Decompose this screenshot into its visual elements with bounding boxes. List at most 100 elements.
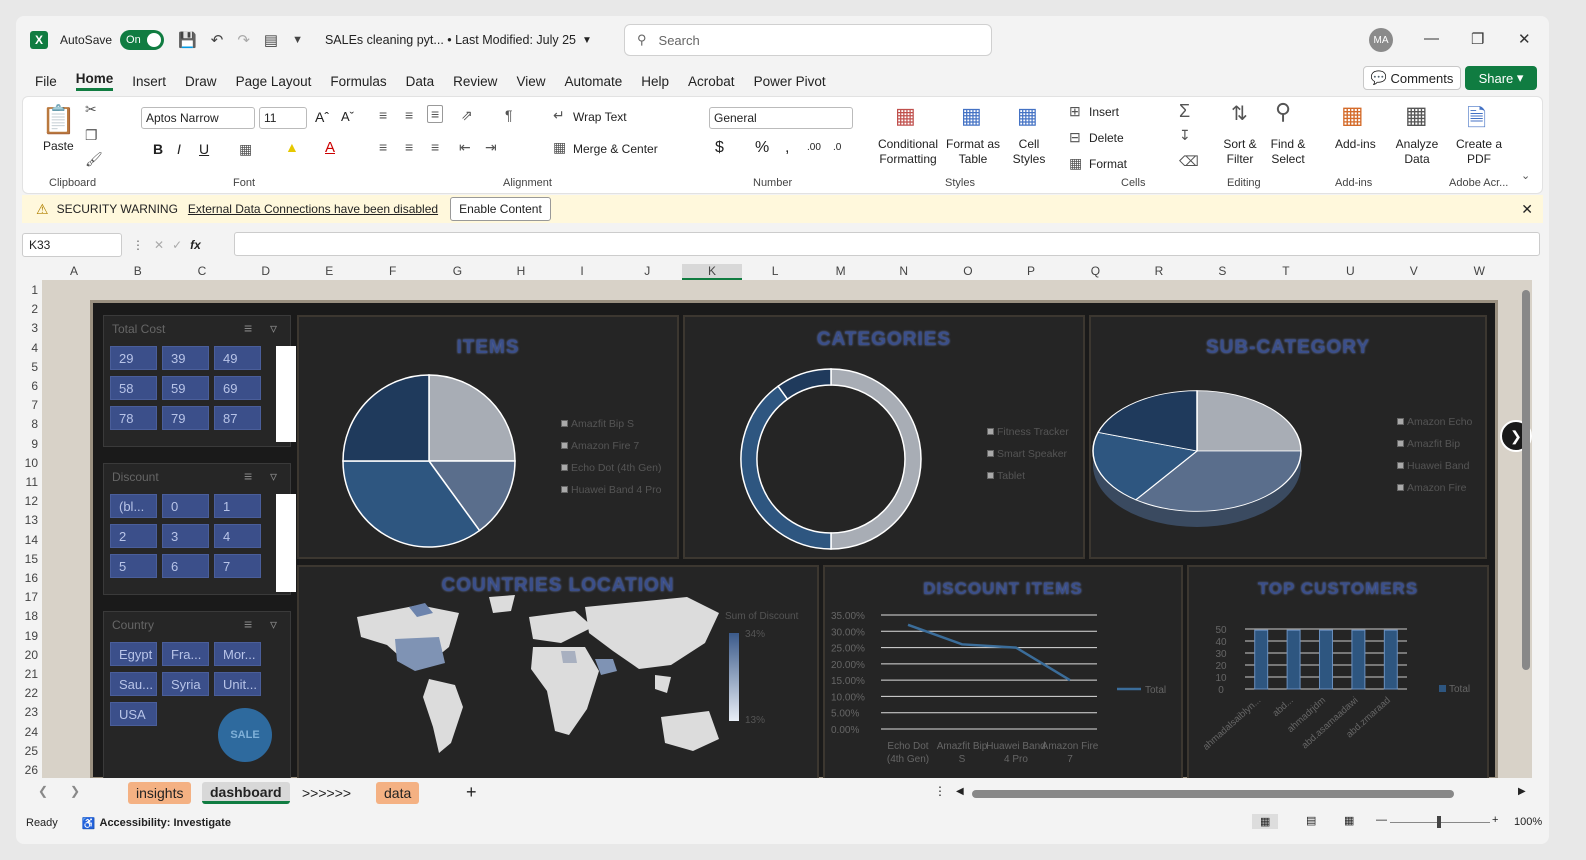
page-layout-view-icon[interactable]: ▤ (1306, 814, 1316, 827)
analyze-data-icon[interactable]: ▦ (1405, 101, 1428, 130)
menu-review[interactable]: Review (453, 74, 497, 89)
insert-cells-icon[interactable]: ⊞ (1069, 103, 1081, 120)
slicer-item[interactable]: (bl... (110, 494, 157, 518)
menu-page-layout[interactable]: Page Layout (236, 74, 312, 89)
column-header[interactable]: C (198, 264, 207, 278)
slicer-item[interactable]: Egypt (110, 642, 157, 666)
align-center-icon[interactable]: ≡ (405, 139, 413, 155)
zoom-in-icon[interactable]: + (1492, 814, 1498, 826)
column-header[interactable]: E (325, 264, 333, 278)
top-customers-panel[interactable]: TOP CUSTOMERS 50 40 30 20 10 0 ahmadalsaiblyn.… (1187, 565, 1489, 778)
underline-icon[interactable]: U (199, 141, 209, 157)
name-box[interactable]: K33 (22, 233, 122, 257)
subcategory-chart-panel[interactable]: SUB-CATEGORY Amazon Echo Amazfit Bip Huawe… (1089, 315, 1487, 559)
align-top-icon[interactable]: ≡ (379, 107, 387, 123)
slicer-item[interactable]: 87 (214, 406, 261, 430)
column-header[interactable]: Q (1091, 264, 1100, 278)
wrap-text-icon[interactable]: ↵ (553, 107, 565, 124)
menu-file[interactable]: File (35, 74, 57, 89)
tab-data[interactable]: data (376, 782, 420, 804)
row-header[interactable]: 8 (31, 417, 38, 431)
row-header[interactable]: 24 (25, 725, 38, 739)
tab-dashboard[interactable]: dashboard (202, 782, 290, 804)
comments-button[interactable]: 💬 Comments (1363, 66, 1461, 90)
fill-icon[interactable]: ↧ (1179, 127, 1191, 144)
italic-icon[interactable]: I (177, 141, 181, 157)
bar[interactable] (1254, 629, 1269, 690)
format-cells-button[interactable]: Format (1089, 157, 1127, 171)
bar[interactable] (1383, 629, 1398, 690)
font-color-icon[interactable]: A (325, 139, 335, 156)
add-sheet-icon[interactable]: + (466, 782, 477, 803)
conditional-formatting-icon[interactable]: ▦ (895, 103, 916, 129)
slicer-item[interactable]: 3 (162, 524, 209, 548)
borders-icon[interactable]: ▦ (239, 141, 252, 158)
slicer-item[interactable]: 79 (162, 406, 209, 430)
row-header[interactable]: 17 (25, 590, 38, 604)
copy-icon[interactable]: ❐ (85, 127, 98, 144)
slicer-discount[interactable]: Discount ≡ ▿ (bl... 0 1 2 3 4 5 6 7 (103, 463, 296, 595)
increase-indent-icon[interactable]: ⇥ (485, 139, 497, 156)
column-header[interactable]: T (1282, 264, 1289, 278)
multi-select-icon[interactable]: ≡ (244, 468, 252, 484)
decrease-indent-icon[interactable]: ⇤ (459, 139, 471, 156)
line-series[interactable] (907, 623, 1071, 682)
row-header[interactable]: 7 (31, 398, 38, 412)
avatar[interactable]: MA (1369, 28, 1393, 52)
column-header[interactable]: M (836, 264, 846, 278)
row-header[interactable]: 21 (25, 667, 38, 681)
decrease-font-icon[interactable]: Aˇ (341, 109, 354, 124)
row-header[interactable]: 14 (25, 533, 38, 547)
align-middle-icon[interactable]: ≡ (405, 107, 413, 123)
chevron-down-icon[interactable]: ▼ (582, 35, 592, 46)
column-header[interactable]: K (682, 264, 743, 280)
column-header[interactable]: H (517, 264, 526, 278)
rtl-icon[interactable]: ¶ (505, 107, 513, 123)
column-header[interactable]: N (899, 264, 908, 278)
row-header[interactable]: 3 (31, 321, 38, 335)
currency-icon[interactable]: $ (715, 139, 724, 157)
conditional-formatting-button[interactable]: Conditional Formatting (875, 137, 941, 167)
column-header[interactable]: L (772, 264, 779, 278)
close-warning-icon[interactable]: ✕ (1521, 201, 1533, 218)
format-painter-icon[interactable]: 🖌 (85, 151, 103, 168)
slicer-item[interactable]: Fra... (162, 642, 209, 666)
analyze-data-button[interactable]: Analyze Data (1395, 137, 1439, 167)
create-pdf-icon[interactable]: 🗎 (1467, 101, 1486, 142)
cancel-icon[interactable]: ✕ (154, 238, 164, 252)
paste-icon[interactable]: 📋 (41, 103, 76, 136)
slicer-item[interactable]: Mor... (214, 642, 261, 666)
slicer-item[interactable]: 2 (110, 524, 157, 548)
more-icon[interactable]: ⋮ (132, 238, 144, 252)
column-header[interactable]: W (1474, 264, 1485, 278)
bar[interactable] (1319, 629, 1333, 690)
zoom-slider-thumb[interactable] (1437, 816, 1441, 828)
column-header[interactable]: A (70, 264, 78, 278)
slicer-item[interactable]: 78 (110, 406, 157, 430)
autosave-toggle[interactable]: On (120, 30, 165, 50)
insert-cells-button[interactable]: Insert (1089, 105, 1119, 119)
clear-icon[interactable]: ⌫ (1179, 153, 1199, 170)
save-icon[interactable]: 💾 (178, 31, 197, 49)
zoom-level[interactable]: 100% (1514, 816, 1542, 828)
prev-sheet-icon[interactable]: ❮ (38, 784, 48, 798)
slicer-scrollbar[interactable] (276, 346, 296, 442)
row-header[interactable]: 16 (25, 571, 38, 585)
form-icon[interactable]: ▤ (264, 31, 278, 49)
slicer-scrollbar[interactable] (276, 494, 296, 592)
fill-color-icon[interactable]: ▲ (285, 139, 299, 155)
slicer-item[interactable]: 58 (110, 376, 157, 400)
column-header[interactable]: V (1410, 264, 1418, 278)
row-header[interactable]: 5 (31, 360, 38, 374)
align-bottom-icon[interactable]: ≡ (427, 105, 444, 123)
column-header[interactable]: D (261, 264, 270, 278)
horizontal-scrollbar[interactable] (972, 790, 1454, 798)
merge-center-button[interactable]: Merge & Center (573, 142, 658, 156)
column-header[interactable]: G (453, 264, 462, 278)
items-chart-panel[interactable]: ITEMS Amazfit Bip S Amazon Fire 7 Echo Dot… (297, 315, 679, 559)
slicer-item[interactable]: 5 (110, 554, 157, 578)
customize-qat-icon[interactable]: ▼ (292, 34, 303, 46)
pie-slice[interactable] (342, 374, 430, 462)
more-icon[interactable]: ⋮ (934, 784, 946, 798)
slicer-item[interactable]: 39 (162, 346, 209, 370)
